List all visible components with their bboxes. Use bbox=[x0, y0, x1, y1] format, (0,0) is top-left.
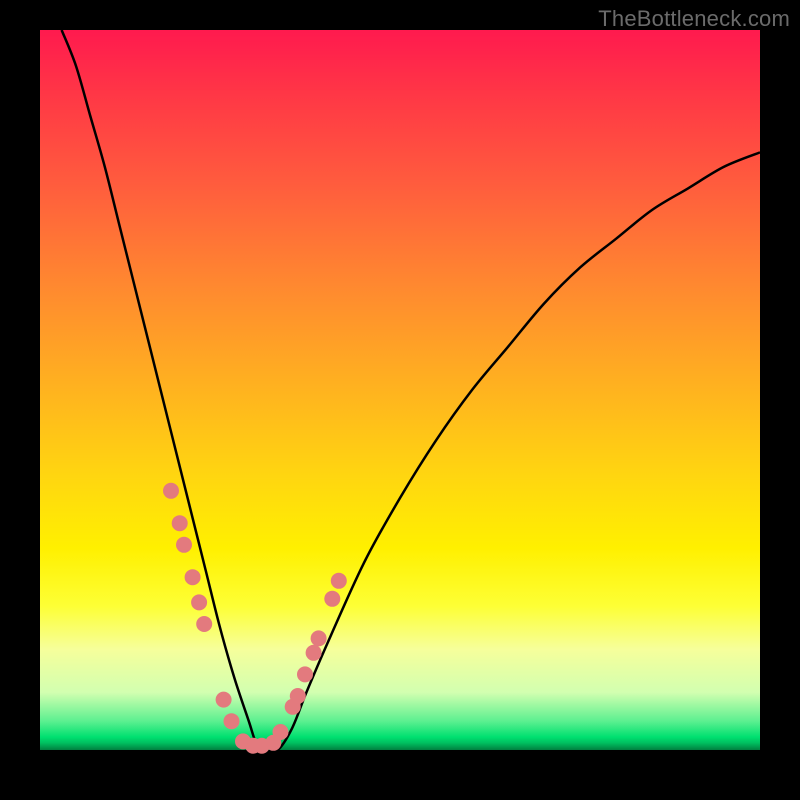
bottleneck-curve bbox=[62, 30, 760, 752]
highlight-marker bbox=[216, 692, 232, 708]
highlight-marker bbox=[163, 483, 179, 499]
highlight-marker bbox=[191, 594, 207, 610]
highlight-marker bbox=[324, 591, 340, 607]
chart-container: TheBottleneck.com bbox=[0, 0, 800, 800]
highlight-marker bbox=[224, 713, 240, 729]
plot-area bbox=[40, 30, 760, 750]
highlight-marker bbox=[297, 666, 313, 682]
highlight-marker bbox=[172, 515, 188, 531]
highlight-marker bbox=[331, 573, 347, 589]
marker-group bbox=[163, 483, 347, 754]
highlight-marker bbox=[196, 616, 212, 632]
chart-svg bbox=[40, 30, 760, 750]
highlight-marker bbox=[290, 688, 306, 704]
highlight-marker bbox=[185, 569, 201, 585]
highlight-marker bbox=[176, 537, 192, 553]
highlight-marker bbox=[273, 724, 289, 740]
attribution-watermark: TheBottleneck.com bbox=[598, 6, 790, 32]
highlight-marker bbox=[311, 630, 327, 646]
highlight-marker bbox=[306, 645, 322, 661]
